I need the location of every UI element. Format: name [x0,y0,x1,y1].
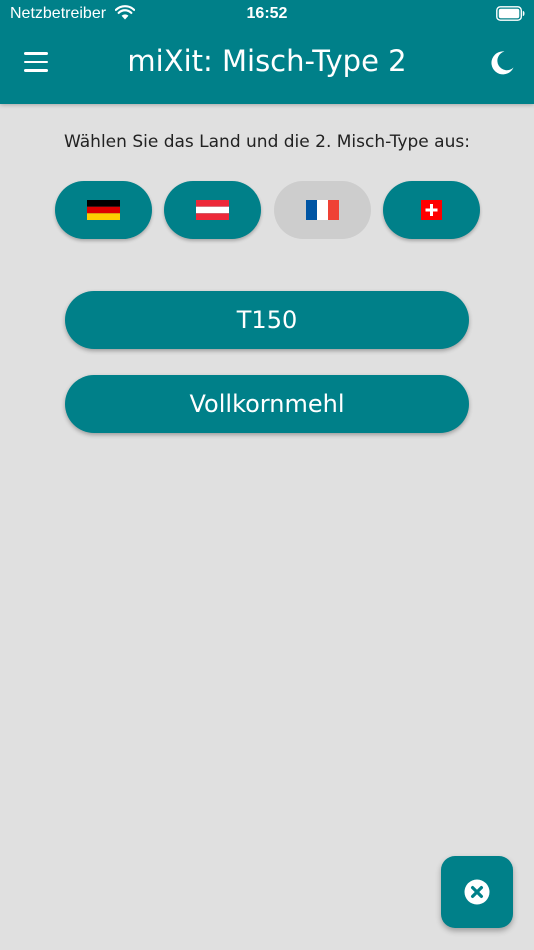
choice-vollkornmehl-button[interactable]: Vollkornmehl [65,375,469,433]
page-title: miXit: Misch-Type 2 [127,44,407,78]
flag-austria-icon [196,200,229,220]
status-bar: Netzbetreiber 16:52 [0,0,534,28]
status-time: 16:52 [246,5,288,22]
instruction-text: Wählen Sie das Land und die 2. Misch-Typ… [64,132,470,152]
battery-icon [496,6,525,21]
close-circle-icon [464,879,490,905]
country-germany-button[interactable] [55,181,152,239]
app-screen: Netzbetreiber 16:52 miXit: Misch-Type 2 … [0,0,534,950]
country-austria-button[interactable] [164,181,261,239]
flag-germany-icon [87,200,120,220]
choice-t150-button[interactable]: T150 [65,291,469,349]
country-switzerland-button[interactable] [383,181,480,239]
close-fab-button[interactable] [441,856,513,928]
moon-icon[interactable] [489,50,515,76]
flag-switzerland-icon [421,200,442,220]
app-header: Netzbetreiber 16:52 miXit: Misch-Type 2 [0,0,534,104]
flag-france-icon [306,200,339,220]
country-france-button[interactable] [274,181,371,239]
